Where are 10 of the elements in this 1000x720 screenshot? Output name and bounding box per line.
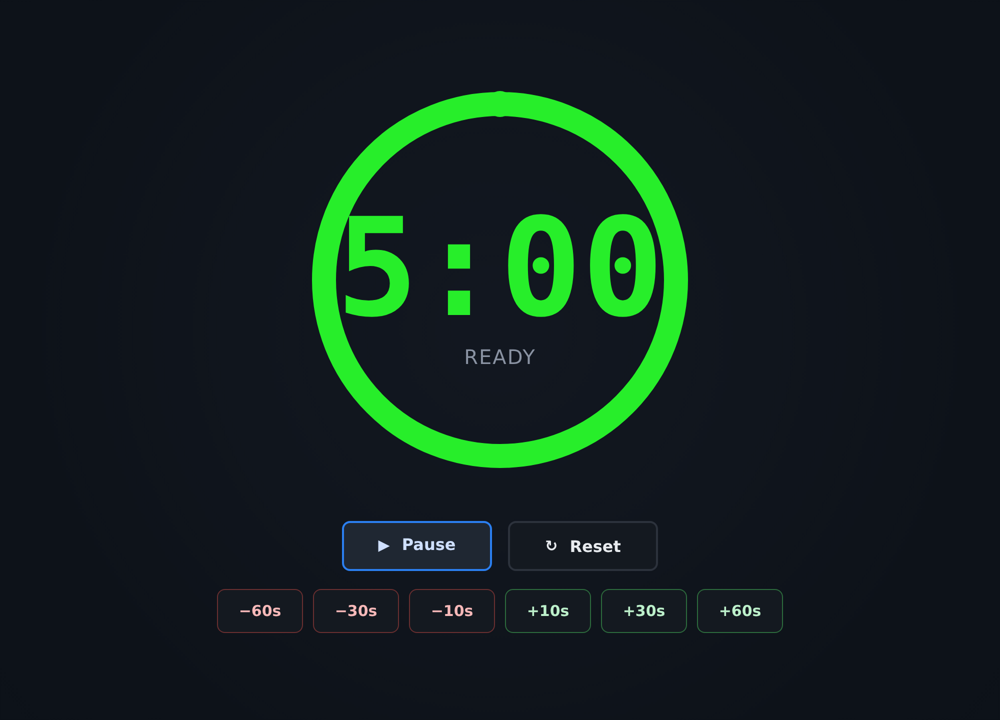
- timer-display: 5:00: [336, 201, 664, 337]
- subtract-time-button[interactable]: −10s: [409, 589, 495, 633]
- subtract-time-button[interactable]: −30s: [313, 589, 399, 633]
- add-time-button[interactable]: +10s: [505, 589, 591, 633]
- reset-button[interactable]: ↻ Reset: [508, 521, 658, 571]
- add-time-button[interactable]: +30s: [601, 589, 687, 633]
- add-time-button[interactable]: +60s: [697, 589, 783, 633]
- pause-button[interactable]: ▶ Pause: [342, 521, 492, 571]
- timer-status: READY: [464, 345, 536, 369]
- subtract-time-button[interactable]: −60s: [217, 589, 303, 633]
